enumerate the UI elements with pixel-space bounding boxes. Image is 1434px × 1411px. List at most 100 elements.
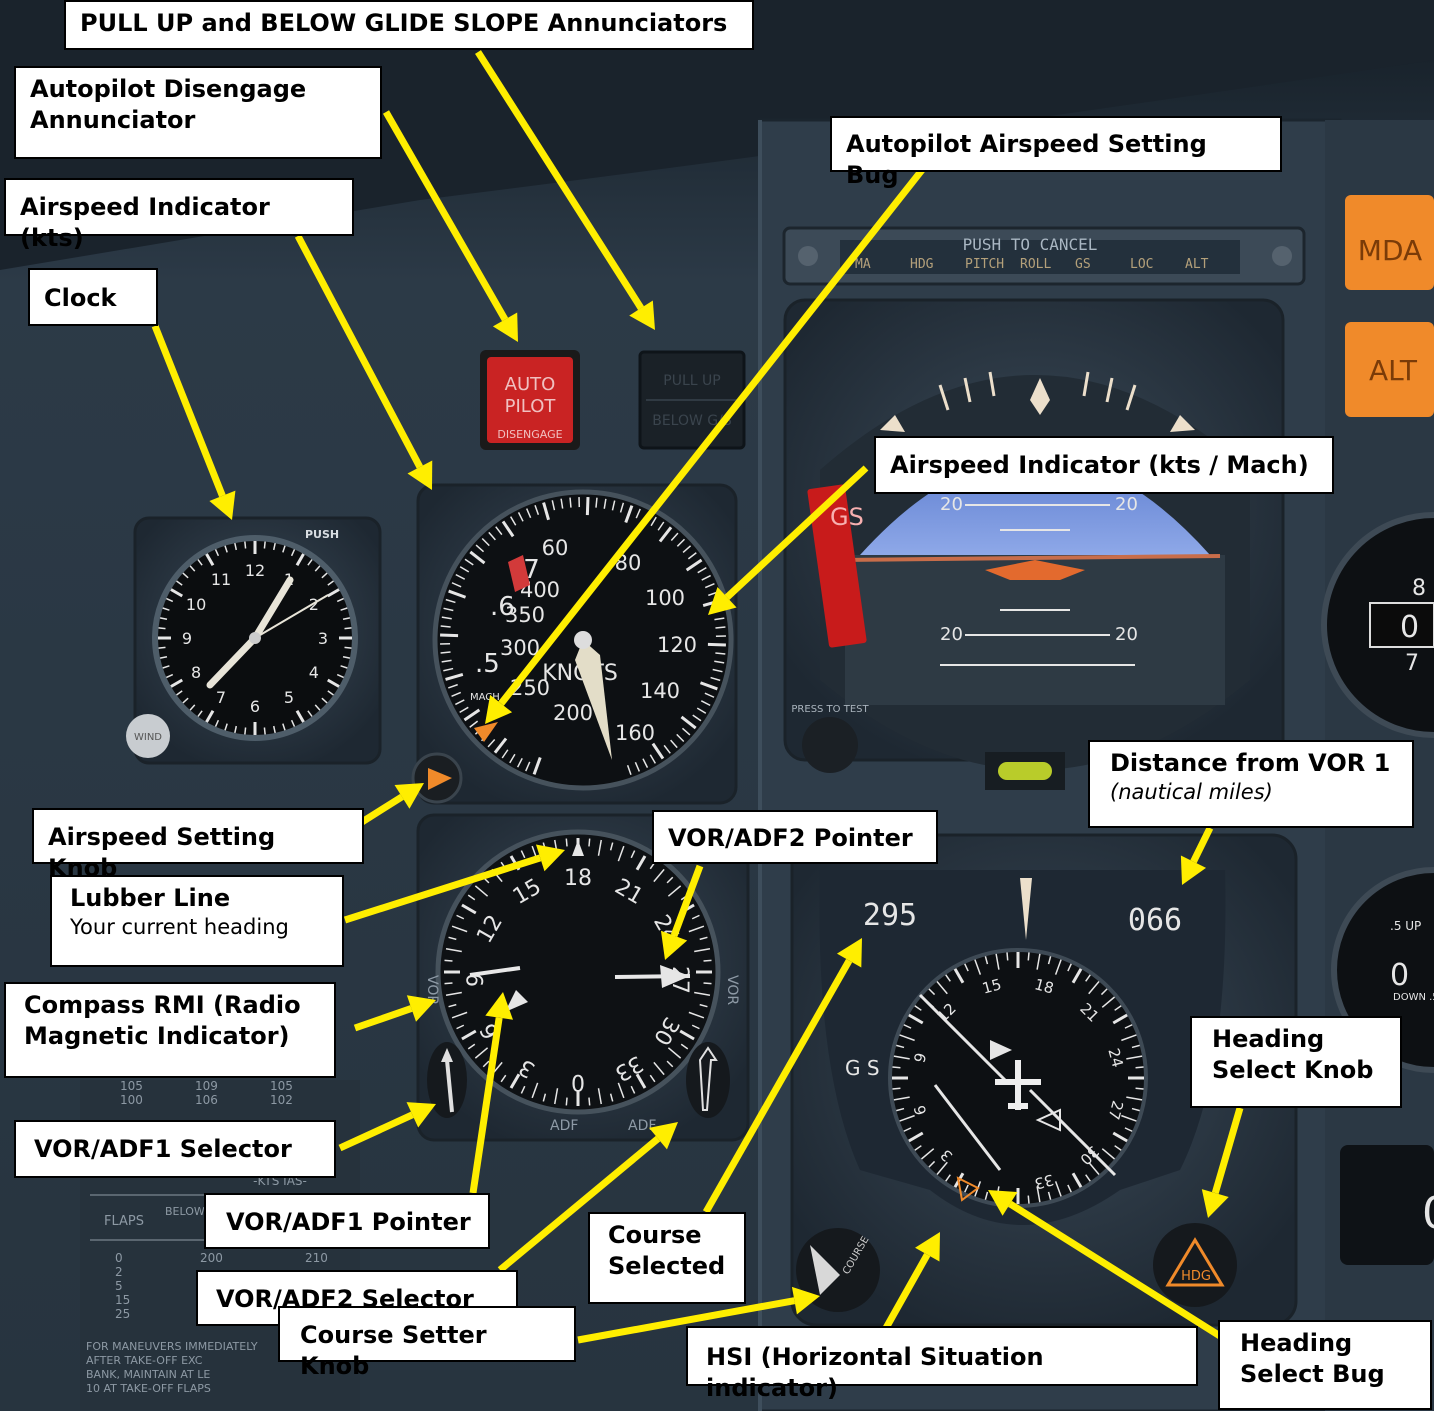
airspeed-indicator: 6080100120140160200250300350400 KNOTS .7…	[416, 483, 738, 805]
label-text: Course	[608, 1221, 702, 1249]
pitch-mark: 20	[1115, 624, 1138, 645]
placard-speed: 200	[200, 1251, 223, 1265]
airspeed-tick	[707, 642, 726, 647]
vs-mark: 0	[1390, 958, 1409, 993]
alt-light: ALT	[1345, 322, 1434, 417]
clock-number: 12	[245, 561, 265, 580]
clock-wind-knob[interactable]: WIND	[126, 714, 170, 758]
placard-note-line: AFTER TAKE-OFF EXC	[86, 1354, 203, 1367]
vs-mark: DOWN .5	[1393, 992, 1434, 1003]
placard-number: 109	[195, 1079, 218, 1093]
clock-tick	[344, 627, 352, 630]
hdg-knob-label: HDG	[1181, 1269, 1211, 1284]
airspeed-number: 120	[657, 633, 697, 657]
label-text: Heading	[1240, 1329, 1353, 1357]
clock: 121234567891011 PUSH WIND	[126, 516, 382, 765]
rmi-tick	[565, 838, 568, 847]
label-subtext: (nautical miles)	[1110, 780, 1273, 805]
placard-number: 105	[270, 1079, 293, 1093]
label-subtext: Your current heading	[70, 915, 289, 940]
placard-number: 102	[270, 1093, 293, 1107]
clock-tick	[158, 627, 166, 630]
airspeed-tick	[715, 626, 726, 629]
placard-flap: 15	[115, 1293, 130, 1307]
rmi-tick	[565, 1097, 568, 1106]
right-readout-digit: 0	[1422, 1188, 1434, 1239]
autopilot-disengage-light[interactable]: AUTO PILOT DISENGAGE	[480, 350, 580, 450]
clock-tick	[263, 727, 266, 735]
label-distance-vor1: Distance from VOR 1 (nautical miles)	[1088, 740, 1414, 828]
rmi-side-label: ADF	[628, 1118, 656, 1134]
rmi-tick	[588, 1097, 591, 1106]
airspeed-tick	[585, 497, 590, 516]
label-vor-adf1-pointer: VOR/ADF1 Pointer	[204, 1193, 490, 1249]
label-airspeed-kts-mach: Airspeed Indicator (kts / Mach)	[874, 436, 1334, 494]
label-hsi: HSI (Horizontal Situation indicator)	[686, 1326, 1198, 1402]
attitude-indicator: 20 20 20 20 GS PRESS TO TEST	[783, 298, 1285, 790]
clock-tick	[244, 727, 247, 735]
right-dial-mark: 0	[1400, 610, 1419, 645]
clock-tick	[244, 541, 247, 549]
label-text: Select Bug	[1240, 1360, 1385, 1389]
heading-select-knob[interactable]: HDG	[1153, 1223, 1237, 1307]
airspeed-number: 200	[553, 701, 593, 725]
hsi-tick	[892, 1087, 901, 1090]
clock-number: 9	[182, 629, 192, 648]
label-autopilot-speed-bug: Autopilot Airspeed Setting Bug	[830, 116, 1282, 189]
placard-flap: 25	[115, 1307, 130, 1321]
mach-number: .5	[475, 649, 500, 679]
vor-adf2-selector[interactable]	[686, 1042, 730, 1118]
placard-speed: 210	[305, 1251, 328, 1265]
pitch-mark: 20	[1115, 494, 1138, 515]
pull-up-light[interactable]: PULL UP BELOW G/S	[638, 350, 746, 450]
clock-number: 4	[309, 663, 319, 682]
label-compass-rmi: Compass RMI (Radio Magnetic Indicator)	[4, 982, 336, 1078]
annunciator-item: PITCH	[965, 257, 1004, 272]
label-text: Compass RMI (Radio	[24, 991, 301, 1019]
airspeed-tick	[440, 633, 459, 638]
airspeed-number: 60	[542, 536, 569, 560]
airspeed-setting-knob[interactable]	[411, 752, 463, 804]
annunciator-item: MA	[855, 257, 871, 272]
clock-tick	[344, 646, 352, 649]
placard-flap: 0	[115, 1251, 123, 1265]
annunciator-item: ROLL	[1020, 257, 1051, 272]
rmi-tick	[444, 982, 453, 985]
mda-label: MDA	[1358, 234, 1422, 267]
label-heading-select-knob: Heading Select Knob	[1190, 1016, 1402, 1108]
clock-number: 5	[284, 688, 294, 707]
clock-number: 11	[211, 570, 231, 589]
pitch-mark: 20	[940, 624, 963, 645]
annunciator-item: LOC	[1130, 257, 1153, 272]
airspeed-number: 140	[640, 679, 680, 703]
placard-number: 106	[195, 1093, 218, 1107]
autopilot-light-text: AUTO	[505, 374, 556, 395]
alt-label: ALT	[1369, 354, 1418, 387]
clock-number: 7	[216, 688, 226, 707]
mda-light: MDA	[1345, 195, 1434, 290]
autopilot-light-text: DISENGAGE	[497, 428, 562, 441]
airspeed-tick	[440, 651, 451, 654]
clock-tick	[158, 646, 166, 649]
label-text: Select Knob	[1212, 1056, 1374, 1085]
airspeed-tick	[440, 625, 451, 628]
clock-tick	[263, 541, 266, 549]
autopilot-light-text: PILOT	[505, 396, 557, 417]
label-lubber-line: Lubber Line Your current heading	[50, 875, 344, 967]
annunciator-bar[interactable]: PUSH TO CANCEL MA HDG PITCH ROLL GS LOC ALT	[782, 226, 1306, 286]
airspeed-tick	[569, 497, 572, 508]
airspeed-number: 100	[645, 586, 685, 610]
label-text: Lubber Line	[70, 884, 231, 912]
placard-header: FLAPS	[104, 1214, 144, 1229]
label-text: Selected	[608, 1252, 726, 1281]
label-text: Magnetic Indicator)	[24, 1022, 290, 1051]
label-course-setter-knob: Course Setter Knob	[278, 1306, 576, 1380]
vs-mark: .5 UP	[1390, 919, 1421, 933]
airspeed-number: 160	[615, 721, 655, 745]
right-readout: 0	[1340, 1145, 1434, 1265]
annunciator-item: GS	[1075, 257, 1091, 272]
rmi-tick	[588, 838, 591, 847]
label-vor-adf1-selector: VOR/ADF1 Selector	[14, 1120, 336, 1178]
hsi-tick	[1135, 1087, 1144, 1090]
hsi-tick	[892, 1066, 901, 1069]
